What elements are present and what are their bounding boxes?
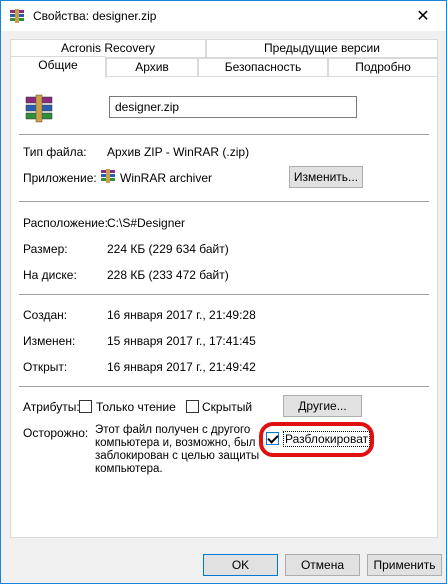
other-button-label: Другие...: [298, 399, 347, 413]
opened-value: 16 января 2017 г., 21:49:42: [107, 360, 256, 374]
caution-line: Этот файл получен с другого: [95, 424, 251, 436]
divider: [19, 134, 429, 135]
ok-button-label: OK: [231, 558, 250, 572]
caution-text: Этот файл получен с другого компьютера и…: [95, 424, 265, 476]
apply-button-label: Применить: [373, 558, 436, 572]
tab-label: Acronis Recovery: [60, 41, 156, 55]
location-label: Расположение:: [23, 216, 108, 230]
change-button-label: Изменить...: [293, 170, 359, 184]
change-button[interactable]: Изменить...: [289, 166, 363, 188]
opened-label: Открыт:: [23, 360, 68, 374]
disk-size-value: 228 КБ (233 472 байт): [107, 268, 229, 282]
hidden-label: Скрытый: [202, 400, 253, 414]
readonly-checkbox[interactable]: [79, 400, 92, 413]
tab-previous-versions[interactable]: Предыдущие версии: [206, 39, 438, 58]
tab-security[interactable]: Безопасность: [198, 58, 328, 77]
readonly-label: Только чтение: [96, 400, 176, 414]
location-value: C:\S#Designer: [107, 216, 186, 230]
tab-label: Безопасность: [224, 60, 302, 74]
tab-label: Общие: [38, 58, 78, 72]
application-value: WinRAR archiver: [120, 171, 213, 185]
winrar-archive-icon: [10, 9, 24, 23]
tab-label: Предыдущие версии: [264, 41, 380, 55]
divider: [19, 201, 429, 202]
file-type-label: Тип файла:: [23, 145, 87, 159]
window-title: Свойства: designer.zip: [33, 9, 157, 23]
title-bar: Свойства: designer.zip ✕: [1, 1, 446, 31]
filename-value: designer.zip: [115, 100, 180, 114]
tab-archive[interactable]: Архив: [106, 58, 198, 77]
modified-label: Изменен:: [23, 334, 76, 348]
close-icon: ✕: [416, 8, 430, 25]
size-value: 224 КБ (229 634 байт): [107, 242, 229, 256]
caution-line: заблокирован с целью защиты: [95, 450, 260, 462]
tab-label: Архив: [135, 60, 169, 74]
divider: [19, 294, 429, 295]
created-value: 16 января 2017 г., 21:49:28: [107, 308, 256, 322]
winrar-app-icon: [101, 169, 115, 183]
unblock-checkbox[interactable]: [266, 432, 279, 445]
disk-size-label: На диске:: [23, 268, 77, 282]
tab-details[interactable]: Подробно: [328, 58, 438, 77]
file-type-value: Архив ZIP - WinRAR (.zip): [107, 145, 250, 159]
caution-label: Осторожно:: [23, 426, 89, 440]
divider: [19, 386, 429, 387]
caution-line: компьютера и, возможно, был: [95, 437, 256, 449]
tab-general[interactable]: Общие: [10, 56, 106, 78]
attributes-label: Атрибуты:: [23, 400, 80, 414]
modified-value: 15 января 2017 г., 17:41:45: [107, 334, 256, 348]
cancel-button-label: Отмена: [300, 558, 345, 572]
size-label: Размер:: [23, 242, 68, 256]
close-button[interactable]: ✕: [400, 1, 446, 31]
apply-button[interactable]: Применить: [367, 554, 442, 576]
winrar-archive-icon: [25, 94, 53, 123]
hidden-checkbox[interactable]: [186, 400, 199, 413]
filename-input[interactable]: designer.zip: [109, 96, 357, 118]
unblock-label: Разблокироват: [283, 431, 371, 447]
other-attributes-button[interactable]: Другие...: [283, 395, 362, 417]
caution-line: компьютера.: [95, 463, 163, 475]
cancel-button[interactable]: Отмена: [285, 554, 360, 576]
tab-label: Подробно: [355, 60, 411, 74]
properties-dialog: Свойства: designer.zip ✕ Acronis Recover…: [0, 0, 447, 584]
application-label: Приложение:: [23, 171, 97, 185]
created-label: Создан:: [23, 308, 68, 322]
unblock-control[interactable]: Разблокироват: [265, 429, 371, 449]
ok-button[interactable]: OK: [203, 554, 278, 576]
